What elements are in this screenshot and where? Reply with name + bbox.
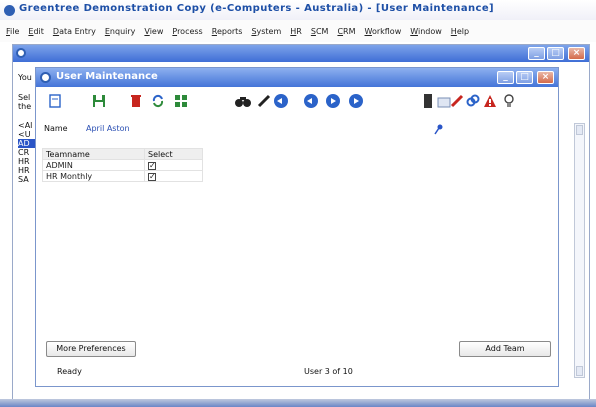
- column-header-select[interactable]: Select: [144, 148, 203, 160]
- attach-icon[interactable]: [437, 94, 451, 108]
- warning-icon[interactable]: [483, 94, 497, 108]
- menu-view[interactable]: View: [144, 27, 163, 36]
- last-record-icon[interactable]: [349, 94, 363, 108]
- dialog-title: User Maintenance: [56, 71, 158, 82]
- menu-window[interactable]: Window: [410, 27, 442, 36]
- notes-icon[interactable]: [421, 94, 435, 108]
- select-checkbox[interactable]: ✓: [148, 161, 156, 170]
- select-cell[interactable]: ✓: [144, 170, 203, 182]
- refresh-icon[interactable]: [151, 94, 165, 108]
- menu-help[interactable]: Help: [451, 27, 469, 36]
- menu-system[interactable]: System: [251, 27, 281, 36]
- taskbar-strip: [0, 399, 596, 407]
- edit-icon[interactable]: [257, 94, 271, 108]
- menu-scm[interactable]: SCM: [311, 27, 329, 36]
- user-maintenance-dialog: User Maintenance _ □ × Name April Aston …: [35, 67, 559, 387]
- background-window-titlebar: _ □ ×: [13, 45, 589, 62]
- scroll-up-icon[interactable]: [576, 125, 583, 135]
- menu-edit[interactable]: Edit: [28, 27, 44, 36]
- record-counter: User 3 of 10: [304, 367, 353, 376]
- name-row: Name April Aston: [36, 122, 558, 136]
- app-logo-icon: [40, 72, 51, 83]
- menu-process[interactable]: Process: [172, 27, 202, 36]
- previous-record-icon[interactable]: [304, 94, 318, 108]
- close-button[interactable]: ×: [568, 47, 585, 60]
- first-record-icon[interactable]: [274, 94, 288, 108]
- column-header-teamname[interactable]: Teamname: [42, 148, 145, 160]
- background-scrollbar[interactable]: [574, 123, 585, 378]
- app-titlebar: Greentree Demonstration Copy (e-Computer…: [0, 0, 596, 20]
- minimize-button[interactable]: _: [528, 47, 545, 60]
- delete-icon[interactable]: [129, 94, 143, 108]
- menu-data-entry[interactable]: Data Entry: [53, 27, 96, 36]
- tree-icon[interactable]: [174, 94, 188, 108]
- menubar: File Edit Data Entry Enquiry View Proces…: [0, 20, 596, 42]
- lookup-pin-icon[interactable]: [433, 123, 443, 135]
- menu-file[interactable]: File: [6, 27, 19, 36]
- link-icon[interactable]: [466, 94, 480, 108]
- menu-enquiry[interactable]: Enquiry: [105, 27, 136, 36]
- new-document-icon[interactable]: [48, 94, 62, 108]
- table-header-row: Teamname Select: [42, 148, 203, 160]
- next-record-icon[interactable]: [326, 94, 340, 108]
- dialog-maximize-button[interactable]: □: [516, 71, 533, 84]
- dialog-minimize-button[interactable]: _: [497, 71, 514, 84]
- dialog-close-button[interactable]: ×: [537, 71, 554, 84]
- name-field[interactable]: April Aston: [86, 123, 426, 135]
- name-label: Name: [44, 124, 68, 133]
- scroll-down-icon[interactable]: [576, 366, 583, 376]
- select-checkbox[interactable]: ✓: [148, 172, 156, 181]
- app-logo-icon: [4, 5, 15, 16]
- menu-crm[interactable]: CRM: [337, 27, 355, 36]
- menu-workflow[interactable]: Workflow: [365, 27, 402, 36]
- app-logo-icon: [16, 48, 26, 58]
- dialog-titlebar: User Maintenance _ □ ×: [36, 68, 558, 87]
- save-icon[interactable]: [92, 94, 106, 108]
- find-icon[interactable]: [234, 94, 252, 108]
- table-row[interactable]: ADMIN ✓: [42, 159, 203, 171]
- add-team-button[interactable]: Add Team: [459, 341, 551, 357]
- app-title: Greentree Demonstration Copy (e-Computer…: [19, 3, 494, 14]
- more-preferences-button[interactable]: More Preferences: [46, 341, 136, 357]
- select-cell[interactable]: ✓: [144, 159, 203, 171]
- maximize-button[interactable]: □: [547, 47, 564, 60]
- toolbar: [36, 88, 558, 114]
- teamname-cell[interactable]: HR Monthly: [42, 170, 145, 182]
- table-row[interactable]: HR Monthly ✓: [42, 170, 203, 182]
- help-bulb-icon[interactable]: [502, 94, 516, 108]
- status-text: Ready: [57, 367, 82, 376]
- menu-reports[interactable]: Reports: [212, 27, 243, 36]
- teamname-cell[interactable]: ADMIN: [42, 159, 145, 171]
- menu-hr[interactable]: HR: [290, 27, 302, 36]
- red-pen-icon[interactable]: [450, 94, 464, 108]
- team-table: Teamname Select ADMIN ✓ HR Monthly ✓: [42, 148, 203, 182]
